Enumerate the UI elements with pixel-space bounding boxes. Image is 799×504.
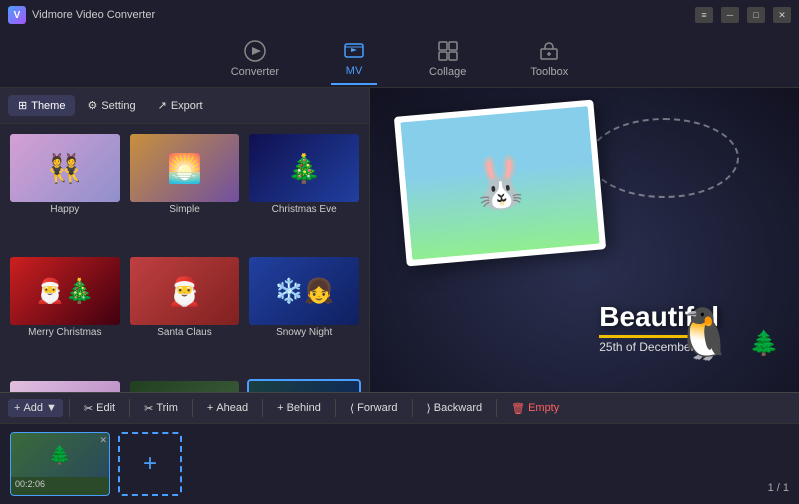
preview-card-inner: 🐰 (400, 106, 599, 260)
theme-item-simple[interactable]: 🌅 Simple (128, 132, 242, 249)
clip-cut-icon[interactable]: ✂ (26, 493, 34, 496)
forward-icon: ⟨ (350, 402, 354, 415)
plus-icon: + (14, 402, 20, 414)
ahead-label: Ahead (216, 402, 248, 414)
app-logo: V (8, 6, 26, 24)
forward-label: Forward (357, 402, 397, 414)
backward-button[interactable]: ⟩ Backward (419, 399, 491, 418)
penguin-image: 🐧 🌲 (673, 305, 779, 364)
minimize-button[interactable]: ─ (721, 7, 739, 23)
behind-icon: + (277, 402, 283, 414)
separator-2 (129, 399, 130, 417)
ahead-button[interactable]: + Ahead (199, 399, 256, 417)
theme-item-santa-claus[interactable]: 🎅 Santa Claus (128, 255, 242, 372)
edit-button[interactable]: ✂ Edit (76, 399, 123, 418)
edit-icon: ✂ (84, 402, 93, 415)
add-button[interactable]: + Add ▼ (8, 399, 63, 417)
theme-label-simple: Simple (130, 202, 240, 217)
titlebar-left: V Vidmore Video Converter (8, 6, 155, 24)
clip-thumbnail: 🌲 (11, 433, 109, 477)
edit-label: Edit (96, 402, 115, 414)
menu-button[interactable]: ≡ (695, 7, 713, 23)
timeline-clip[interactable]: 🌲 00:2:06 ▶ ✂ ☆ ⋯ ✕ (10, 432, 110, 496)
behind-button[interactable]: + Behind (269, 399, 329, 417)
dashed-decoration (589, 118, 739, 198)
separator-4 (262, 399, 263, 417)
sub-toolbar: ⊞ Theme ⚙ Setting ↗ Export (0, 88, 369, 124)
add-clip-button[interactable]: + (118, 432, 182, 496)
export-sub-label: Export (171, 100, 203, 112)
setting-label: Setting (101, 100, 135, 112)
export-icon: ↗ (158, 99, 167, 112)
separator-7 (496, 399, 497, 417)
trim-button[interactable]: ✂ Trim (136, 399, 186, 418)
page-count: 1 / 1 (768, 482, 789, 498)
backward-label: Backward (434, 402, 482, 414)
add-arrow: ▼ (46, 402, 57, 414)
mv-label: MV (346, 65, 363, 77)
backward-icon: ⟩ (427, 402, 431, 415)
bunny-image: 🐰 (466, 151, 533, 215)
app-title: Vidmore Video Converter (32, 9, 155, 21)
nav-tabs: Converter MV Collage (0, 30, 799, 88)
trash-icon: 🗑 (511, 402, 525, 415)
ahead-icon: + (207, 402, 213, 414)
clip-play-icon[interactable]: ▶ (15, 493, 22, 496)
titlebar-controls: ≡ ─ □ ✕ (695, 7, 791, 23)
add-label: Add (23, 402, 43, 414)
theme-label-merry-christmas: Merry Christmas (10, 325, 120, 340)
gear-icon: ⚙ (87, 99, 97, 112)
clip-time: 00:2:06 (11, 477, 109, 491)
export-sub-button[interactable]: ↗ Export (148, 95, 213, 116)
tab-mv[interactable]: MV (331, 32, 377, 85)
theme-grid-icon: ⊞ (18, 99, 27, 112)
clip-controls: ▶ ✂ ☆ ⋯ (11, 491, 109, 496)
add-clip-icon: + (143, 450, 157, 478)
theme-item-snowy-night[interactable]: ❄️👧 Snowy Night (247, 255, 361, 372)
theme-item-happy[interactable]: 👯 Happy (8, 132, 122, 249)
preview-area: 🐰 Beautiful 25th of December 🐧 🌲 (370, 88, 799, 444)
converter-label: Converter (231, 66, 279, 78)
theme-item-christmas-eve[interactable]: 🎄 Christmas Eve (247, 132, 361, 249)
clip-close-button[interactable]: ✕ (99, 435, 107, 446)
empty-label: Empty (528, 402, 559, 414)
separator-5 (335, 399, 336, 417)
trim-icon: ✂ (144, 402, 153, 415)
setting-button[interactable]: ⚙ Setting (77, 95, 145, 116)
separator-6 (412, 399, 413, 417)
collage-icon (437, 40, 459, 62)
theme-label-santa-claus: Santa Claus (130, 325, 240, 340)
tab-toolbox[interactable]: Toolbox (518, 34, 580, 84)
theme-label-happy: Happy (10, 202, 120, 217)
behind-label: Behind (287, 402, 321, 414)
mv-icon (343, 38, 365, 61)
converter-icon (244, 39, 266, 62)
toolbox-label: Toolbox (530, 66, 568, 78)
theme-button[interactable]: ⊞ Theme (8, 95, 75, 116)
toolbox-icon (538, 40, 560, 62)
forward-button[interactable]: ⟨ Forward (342, 399, 406, 418)
separator-1 (69, 399, 70, 417)
empty-button[interactable]: 🗑 Empty (503, 399, 567, 418)
tab-converter[interactable]: Converter (219, 33, 291, 84)
theme-label: Theme (31, 100, 65, 112)
preview-card: 🐰 (394, 100, 606, 267)
theme-label-christmas-eve: Christmas Eve (249, 202, 359, 217)
collage-label: Collage (429, 66, 466, 78)
clip-star-icon[interactable]: ☆ (37, 493, 45, 496)
tree-decoration: 🌲 (749, 330, 779, 357)
separator-3 (192, 399, 193, 417)
bottom-section: + Add ▼ ✂ Edit ✂ Trim + Ahead + Behind ⟨… (0, 392, 799, 504)
maximize-button[interactable]: □ (747, 7, 765, 23)
clip-settings-icon[interactable]: ⋯ (50, 493, 59, 496)
close-button[interactable]: ✕ (773, 7, 791, 23)
theme-label-snowy-night: Snowy Night (249, 325, 359, 340)
trim-label: Trim (156, 402, 178, 414)
bottom-toolbar: + Add ▼ ✂ Edit ✂ Trim + Ahead + Behind ⟨… (0, 392, 799, 424)
titlebar: V Vidmore Video Converter ≡ ─ □ ✕ (0, 0, 799, 30)
timeline: 🌲 00:2:06 ▶ ✂ ☆ ⋯ ✕ + 1 / 1 (0, 424, 799, 504)
theme-item-merry-christmas[interactable]: 🎅🎄 Merry Christmas (8, 255, 122, 372)
tab-collage[interactable]: Collage (417, 34, 478, 84)
